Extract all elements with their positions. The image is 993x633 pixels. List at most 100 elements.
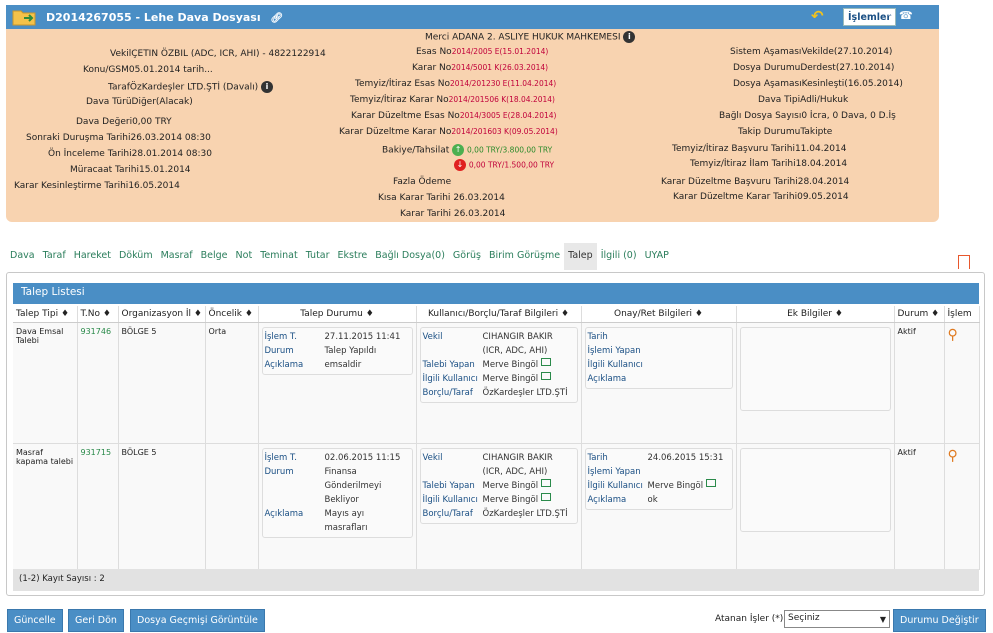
tab-item[interactable]: Döküm [115,243,157,270]
info-value: 16.05.2014 [128,181,180,191]
sort-icon: ♦ [362,308,374,319]
info-middle-row: Temyiz/İtiraz Esas No2014/201230 E(11.04… [355,79,556,89]
talep-table: Talep Tipi ♦ T.No ♦ Organizasyon İl ♦ Öncel… [13,306,980,570]
info-value: 2014/201506 K(18.04.2014) [448,95,555,104]
column-header[interactable]: Durum ♦ [894,306,945,323]
mail-icon[interactable] [541,371,552,380]
arrow-up-icon: ↑ [452,144,465,156]
talep-tipi-cell: Dava Emsal Talebi [13,322,78,444]
dosya-gecmisi-button[interactable]: Dosya Geçmişi Görüntüle [130,609,265,632]
tab-item[interactable]: Ekstre [334,243,372,270]
info-value: 2014/2005 E(15.01.2014) [451,47,549,56]
bookmark-icon[interactable] [958,255,970,270]
mail-icon[interactable] [541,357,552,366]
info-value: Adli/Hukuk [800,95,849,105]
kv-value[interactable]: Merve Bingöl [483,372,539,386]
phone-icon[interactable]: ☎ [899,9,913,22]
column-header[interactable]: Organizasyon İl ♦ [118,306,206,323]
info-icon[interactable]: i [623,31,636,43]
column-header[interactable]: Talep Durumu ♦ [258,306,417,323]
info-value: ÖzKardeşler LTD.ŞTİ (Davalı) [129,82,259,93]
tab-item[interactable]: Dava [6,243,39,270]
tab-item[interactable]: Teminat [256,243,302,270]
info-right-row: Dosya AşamasıKesinleşti(16.05.2014) [733,79,903,89]
durum-cell: Aktif [894,443,945,570]
kv-key: İşlemi Yapan [587,466,641,477]
info-right-row: Karar Düzeltme Başvuru Tarihi28.04.2014 [661,177,849,187]
column-header[interactable]: Ek Bilgiler ♦ [736,306,895,323]
geri-don-button[interactable]: Geri Dön [68,609,124,632]
column-header[interactable]: Öncelik ♦ [205,306,259,323]
kv-value[interactable]: Merve Bingöl [648,479,704,493]
sort-icon: ♦ [191,308,202,319]
tab-item[interactable]: İlgili (0) [597,243,641,270]
mahkeme-label: Merci [425,32,450,43]
info-label: Dosya Durumu [733,63,801,73]
kv-key: İlgili Kullanıcı [587,359,643,370]
info-label: Temyiz/İtiraz Esas No [355,79,451,89]
kv-key: İşlem T. [264,452,297,463]
tab-item[interactable]: Not [232,243,257,270]
info-box: Vekil CIHANGIR BAKIR (ICR, ADC, AHI) Taleb… [419,447,578,524]
info-value: 09.05.2014 [797,192,849,202]
mail-icon[interactable] [706,478,717,487]
tab-item[interactable]: Talep [564,243,597,270]
column-header[interactable]: İşlem [944,306,980,323]
tab-item[interactable]: Birim Görüşme [485,243,564,270]
info-box: İşlem T. 02.06.2015 11:15 Durum Finansa Gön… [261,447,413,538]
kv-line: İlgili Kullanıcı Merve Bingöl [423,492,575,507]
tab-item[interactable]: Tutar [302,243,334,270]
info-label: Esas No [416,47,452,57]
column-header[interactable]: Kullanıcı/Borçlu/Taraf Bilgileri ♦ [416,306,582,323]
dosya-title-text: D2014267055 - Lehe Dava Dosyası [46,11,261,24]
kv-key: Vekil [422,452,443,463]
info-label: Karar Düzeltme Esas No [351,111,460,121]
info-value: 18.04.2014 [795,159,848,169]
panel-title: Talep Listesi [13,283,979,304]
tab-item[interactable]: UYAP [641,243,673,270]
kv-value: Mayıs ayı masrafları [324,508,368,533]
column-header[interactable]: T.No ♦ [77,306,119,323]
info-label: Konu/GSM [83,65,129,75]
tab-item[interactable]: Masraf [157,243,197,270]
info-value: 11.04.2014 [794,144,847,154]
back-arrow-icon[interactable]: ↶ [811,7,824,25]
kv-key: İlgili Kullanıcı [587,480,643,491]
kv-line: Açıklama Mayıs ayı masrafları [265,507,410,535]
tno-link[interactable]: 931746 [77,322,119,444]
column-header[interactable]: Onay/Ret Bilgileri ♦ [581,306,737,323]
search-icon[interactable]: ⚲ [948,327,958,343]
info-label: Ön İnceleme Tarihi [48,149,132,159]
kisa-karar-row: Kısa Karar Tarihi 26.03.2014 [378,193,505,203]
column-header-label: Onay/Ret Bilgileri [613,308,693,319]
link-icon[interactable]: 🔗︎ [270,13,283,24]
column-header[interactable]: Talep Tipi ♦ [13,306,78,323]
atanan-select[interactable]: Seçiniz ▼ [784,610,890,628]
info-right-row: Sistem AşamasıVekilde(27.10.2014) [730,47,892,57]
tab-item[interactable]: Hareket [70,243,115,270]
mail-icon[interactable] [541,478,552,487]
org-cell: BÖLGE 5 [118,443,206,570]
tab-item[interactable]: Belge [197,243,232,270]
tno-link[interactable]: 931715 [77,443,119,570]
tab-item[interactable]: Bağlı Dosya(0) [371,243,449,270]
durumu-degistir-button[interactable]: Durumu Değiştir [893,609,986,632]
atanan-label: Atanan İşler (*) [715,614,784,624]
info-left-row: Dava Değeri0,00 TRY [76,117,172,127]
kv-value[interactable]: Merve Bingöl [483,479,539,493]
info-icon[interactable]: i [261,81,274,93]
info-right-row: Dosya DurumuDerdest(27.10.2014) [733,63,894,73]
kv-value[interactable]: Merve Bingöl [483,358,539,372]
kv-value[interactable]: Merve Bingöl [483,493,539,507]
mail-icon[interactable] [541,492,552,501]
info-right-row: Temyiz/İtiraz İlam Tarihi18.04.2014 [690,159,847,169]
kv-key: Borçlu/Taraf [422,508,473,519]
ek-bilgiler-box [739,447,891,532]
search-icon[interactable]: ⚲ [948,448,958,464]
info-value: 15.01.2014 [138,165,191,175]
folder-icon [12,10,36,26]
edit-icon[interactable]: ✎ [886,9,895,22]
tab-item[interactable]: Taraf [39,243,70,270]
guncelle-button[interactable]: Güncelle [7,609,63,632]
tab-item[interactable]: Görüş [449,243,485,270]
